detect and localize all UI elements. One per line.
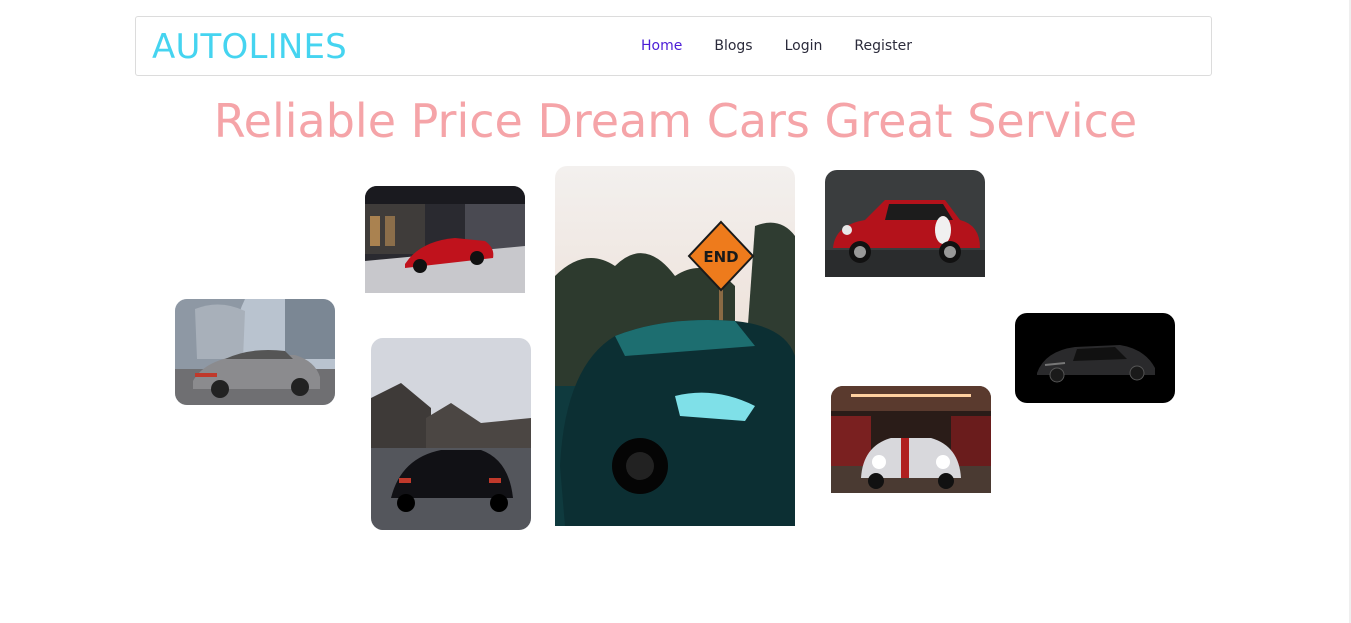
navbar: AUTOLINES Home Blogs Login Register <box>135 16 1212 76</box>
brand-logo[interactable]: AUTOLINES <box>152 27 347 67</box>
end-sign-text: END <box>703 248 738 266</box>
car-photo-black-luxury-coupe <box>1015 313 1175 403</box>
nav-link-blogs[interactable]: Blogs <box>714 38 752 54</box>
car-photo-red-sports <box>365 186 525 293</box>
car-photo-silver-sedan <box>175 299 335 405</box>
car-photo-teal-sports-featured: END <box>555 166 795 526</box>
nav-link-home[interactable]: Home <box>641 38 682 54</box>
car-photo-mini-cooper <box>831 386 991 493</box>
nav-link-login[interactable]: Login <box>785 38 823 54</box>
nav-link-register[interactable]: Register <box>854 38 912 54</box>
car-photo-classic-red-coupe <box>825 170 985 277</box>
hero-headline: Reliable Price Dream Cars Great Service <box>213 94 1138 148</box>
nav-menu: Home Blogs Login Register <box>641 17 944 75</box>
car-photo-black-sedan <box>371 338 531 530</box>
